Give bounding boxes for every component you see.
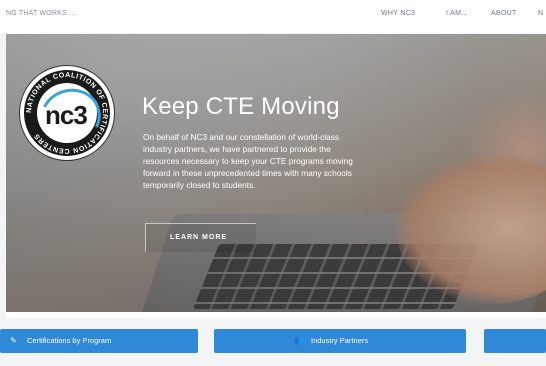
pencil-icon: ✎ [10,336,17,345]
site-tagline: NG THAT WORKS ... [6,10,76,17]
learn-more-button[interactable]: LEARN MORE [145,223,256,252]
certifications-by-program-label: Certifications by Program [27,336,112,345]
top-navigation: NG THAT WORKS ... WHY NC3 I AM... ABOUT … [0,0,546,33]
industry-partners-button[interactable]: 👥 Industry Partners [214,329,466,353]
hero-body-line: resources necessary to keep your CTE pro… [143,156,353,166]
nav-why-nc3[interactable]: WHY NC3 [381,10,415,17]
certifications-by-program-button[interactable]: ✎ Certifications by Program [0,329,198,353]
nav-about[interactable]: ABOUT [491,10,517,17]
hero-body: On behalf of NC3 and our constellation o… [143,131,433,191]
nav-truncated[interactable]: N [538,10,543,17]
nc3-logo[interactable]: NATIONAL COALITION OF CERTIFICATION CENT… [20,66,114,160]
industry-partners-label: Industry Partners [311,336,369,345]
nav-i-am[interactable]: I AM... [446,10,468,17]
third-quick-link-button[interactable] [484,329,546,353]
users-icon: 👥 [294,336,304,345]
hero-body-line: temporarily closed to students. [143,180,256,190]
hero-body-line: On behalf of NC3 and our constellation o… [143,132,340,142]
logo-wordmark: nc3 [45,100,88,130]
hero-title: Keep CTE Moving [142,93,340,120]
hero-bottom-divider [6,312,546,318]
hero-body-line: industry partners, we have partnered to … [143,144,331,154]
hero-body-line: forward in these unprecedented times wit… [143,168,352,178]
